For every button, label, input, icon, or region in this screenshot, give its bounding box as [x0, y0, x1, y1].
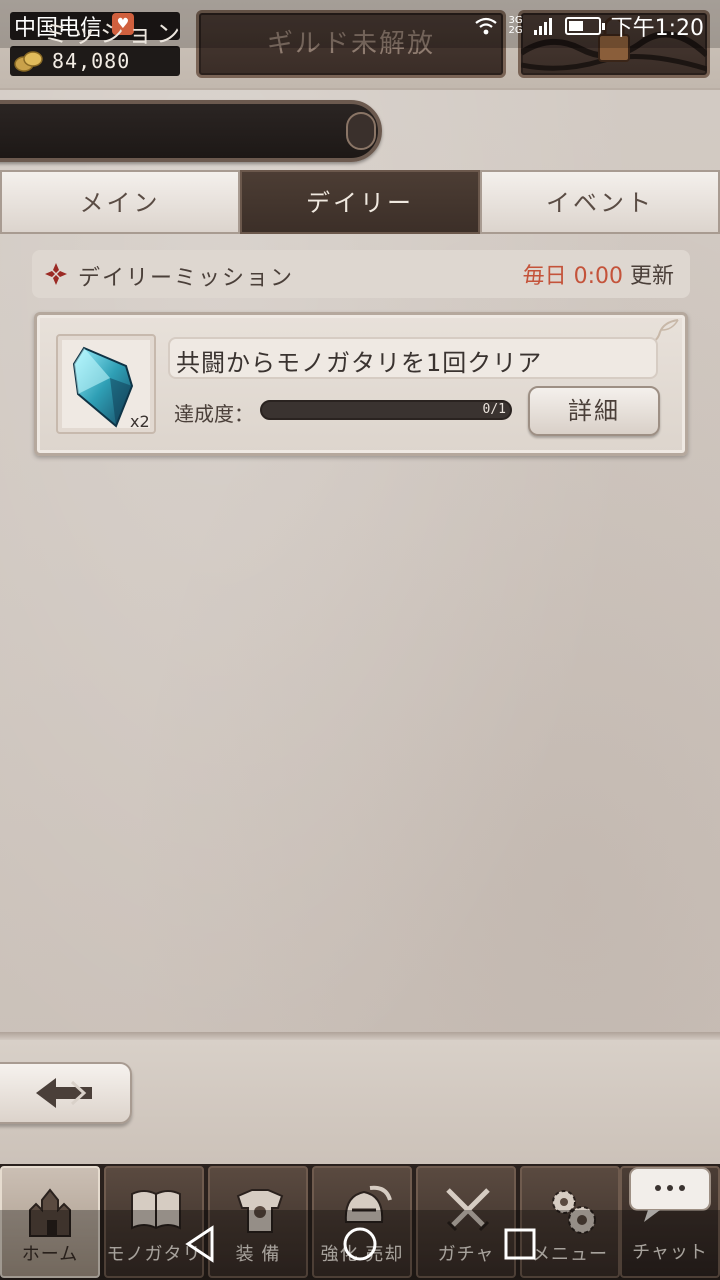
progress-value: 0/1 [482, 402, 506, 417]
network-type: 3G 2G [508, 15, 523, 36]
back-nav-icon[interactable] [182, 1224, 222, 1264]
mission-header-plate [0, 100, 382, 162]
reward-quantity: x2 [130, 412, 150, 431]
coin-value: 84,080 [52, 49, 131, 73]
recents-nav-icon[interactable] [500, 1224, 540, 1264]
page-title: ミッション [44, 20, 184, 48]
back-arrow-icon [36, 1078, 92, 1108]
ornament-icon [346, 112, 376, 150]
bottom-divider [0, 1032, 720, 1040]
coin-icon [14, 51, 43, 72]
mission-name: 共闘からモノガタリを1回クリア [176, 349, 543, 377]
mission-tabs: メイン デイリー イベント [0, 170, 720, 234]
battery-icon [564, 17, 605, 35]
progress-label: 達成度： [174, 402, 254, 426]
cross-ornament-icon [45, 263, 67, 285]
wifi-icon [475, 17, 498, 35]
detail-button[interactable]: 詳細 [528, 386, 660, 436]
signal-strength-icon [533, 18, 552, 35]
daily-reset-time: 毎日 0:00 更新 [522, 264, 674, 289]
tab-daily[interactable]: デイリー [240, 170, 480, 234]
status-icons: 3G 2G 下午1:20 [474, 10, 704, 42]
daily-mission-title: デイリーミッション [78, 266, 295, 291]
clock: 下午1:20 [610, 16, 704, 41]
tab-event[interactable]: イベント [480, 170, 720, 234]
tab-main[interactable]: メイン [0, 170, 240, 234]
home-nav-icon[interactable] [340, 1224, 380, 1264]
